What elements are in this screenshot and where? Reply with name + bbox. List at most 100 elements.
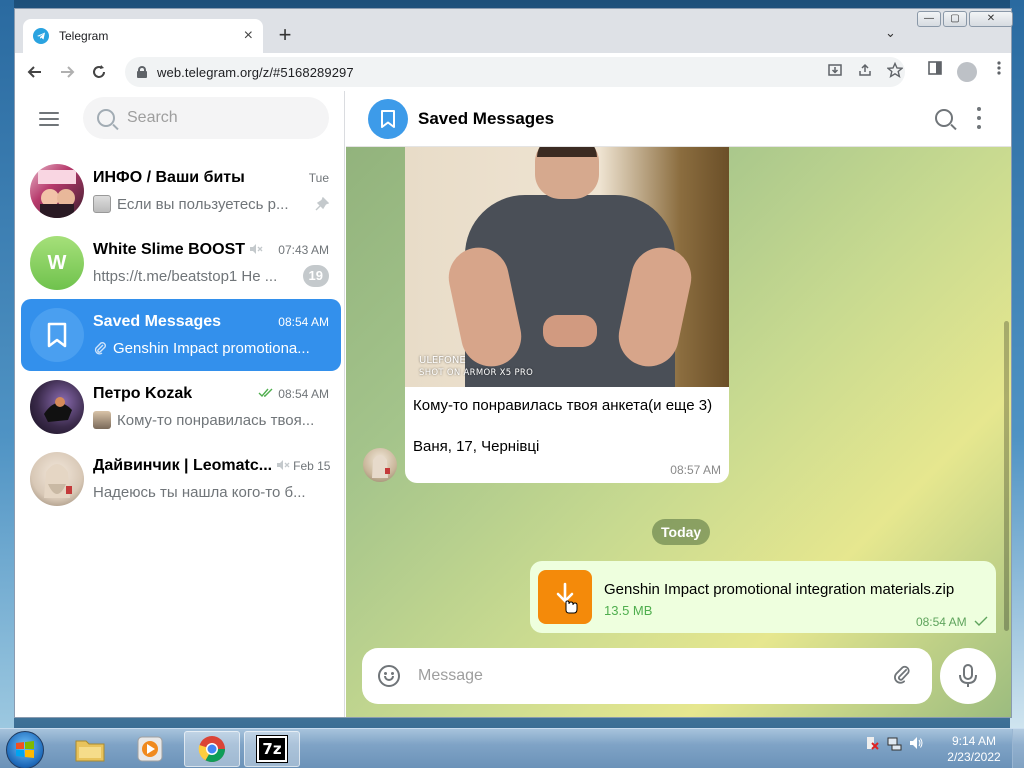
tab-search-button[interactable]: ⌄ — [885, 25, 896, 41]
media-player-icon — [137, 736, 163, 762]
omnibox-actions — [815, 61, 905, 82]
chat-item-petro-kozak[interactable]: Петро Kozak 08:54 AM Кому-то понравилась… — [21, 371, 341, 443]
chat-title: Saved Messages — [418, 108, 555, 128]
telegram-app: Search ИНФО / Ваши биты Tue Если вы поль… — [15, 91, 1011, 717]
more-vert-icon[interactable] — [987, 60, 1011, 84]
chat-name: White Slime BOOST — [93, 241, 246, 258]
chat-name: Saved Messages — [93, 313, 222, 330]
tab-close-icon[interactable]: × — [244, 27, 253, 45]
date-separator: Today — [652, 519, 711, 545]
message-time: 08:54 AM — [916, 615, 988, 629]
message-composer[interactable]: Message — [362, 648, 932, 704]
taskbar-7zip[interactable]: 7z — [244, 731, 300, 767]
install-icon[interactable] — [825, 62, 845, 82]
chat-time: Feb 15 — [272, 459, 330, 474]
windows-logo-icon — [16, 741, 34, 758]
taskbar-chrome[interactable] — [184, 731, 240, 767]
check-icon — [974, 616, 988, 626]
search-icon[interactable] — [935, 109, 953, 127]
message-photo[interactable]: ULEFONE SHOT ON ARMOR X5 PRO — [405, 147, 729, 387]
file-message[interactable]: Genshin Impact promotional integration m… — [530, 561, 996, 633]
browser-titlebar: Telegram × + ⌄ — ▢ ✕ — [15, 9, 1013, 53]
chat-preview: Genshin Impact promotiona... — [93, 340, 329, 357]
chat-item-body: Saved Messages 08:54 AM Genshin Impact p… — [93, 311, 329, 359]
minimize-button[interactable]: — — [917, 11, 941, 27]
photo-message[interactable]: ULEFONE SHOT ON ARMOR X5 PRO Кому-то пон… — [405, 147, 729, 483]
chat-preview: https://t.me/beatstop1 Не ... — [93, 267, 278, 285]
smile-icon[interactable] — [378, 665, 400, 687]
chat-item-body: White Slime BOOST 07:43 AM https://t.me/… — [93, 239, 329, 287]
double-check-icon — [258, 387, 274, 401]
folder-icon — [75, 740, 105, 762]
muted-icon — [276, 459, 290, 474]
download-icon[interactable] — [538, 570, 592, 624]
action-center-icon[interactable] — [864, 735, 880, 751]
clock-time: 9:14 AM — [951, 734, 997, 748]
sender-avatar[interactable] — [363, 448, 397, 482]
chat-item-dayvinchik[interactable]: Дайвинчик | Leomatc... Feb 15 Надеюсь ты… — [21, 443, 341, 515]
reload-button[interactable] — [87, 60, 111, 84]
start-button[interactable] — [6, 731, 44, 768]
hamburger-icon[interactable] — [39, 112, 59, 126]
chat-preview: Кому-то понравилась твоя... — [93, 411, 329, 429]
taskbar-media-player[interactable] — [122, 731, 178, 767]
volume-icon[interactable] — [908, 735, 924, 751]
voice-record-button[interactable] — [940, 648, 996, 704]
bookmark-icon — [381, 109, 395, 128]
message-input[interactable]: Message — [418, 667, 890, 685]
new-tab-button[interactable]: + — [273, 23, 297, 47]
chat-item-body: Петро Kozak 08:54 AM Кому-то понравилась… — [93, 383, 329, 431]
paperclip-icon[interactable] — [884, 660, 917, 693]
chat-list: ИНФО / Ваши биты Tue Если вы пользуетесь… — [21, 155, 341, 515]
address-bar[interactable]: web.telegram.org/z/#5168289297 — [125, 57, 905, 87]
chat-item-info-beats[interactable]: ИНФО / Ваши биты Tue Если вы пользуетесь… — [21, 155, 341, 227]
search-icon — [97, 109, 115, 127]
system-tray — [864, 735, 930, 751]
telegram-icon — [33, 28, 49, 44]
avatar: W — [30, 236, 84, 290]
show-desktop-button[interactable] — [1012, 729, 1024, 768]
chat-item-body: Дайвинчик | Leomatc... Feb 15 Надеюсь ты… — [93, 455, 330, 503]
photo-thumbnail — [93, 411, 111, 429]
chat-header[interactable]: Saved Messages — [346, 91, 1011, 147]
chat-item-saved-messages[interactable]: Saved Messages 08:54 AM Genshin Impact p… — [21, 299, 341, 371]
profile-icon[interactable] — [955, 60, 979, 84]
arrow-left-icon — [27, 66, 41, 78]
muted-icon — [249, 243, 263, 258]
chat-list-pane: Search ИНФО / Ваши биты Tue Если вы поль… — [15, 91, 345, 717]
chrome-icon — [198, 736, 226, 763]
chat-preview: Если вы пользуетесь р... — [93, 195, 309, 213]
forward-button[interactable] — [55, 60, 79, 84]
caption-line-2: Ваня, 17, Чернівці — [413, 438, 540, 455]
url-text[interactable]: web.telegram.org/z/#5168289297 — [157, 65, 354, 80]
chat-item-white-slime-boost[interactable]: W White Slime BOOST 07:43 AM https://t.m… — [21, 227, 341, 299]
messages-scrollbar[interactable] — [1004, 321, 1009, 631]
lock-icon[interactable] — [137, 66, 147, 78]
maximize-button[interactable]: ▢ — [943, 11, 967, 27]
taskbar: 7z 9:14 AM 2/23/2022 — [0, 728, 1024, 768]
star-icon[interactable] — [885, 61, 905, 82]
network-icon[interactable] — [886, 735, 902, 751]
7zip-icon: 7z — [256, 735, 288, 763]
chat-time: 08:54 AM — [278, 315, 329, 329]
search-placeholder: Search — [127, 109, 178, 126]
system-clock[interactable]: 9:14 AM 2/23/2022 — [942, 733, 1006, 765]
bookmark-icon — [47, 322, 67, 348]
share-icon[interactable] — [855, 62, 875, 82]
chat-time: 08:54 AM — [258, 387, 329, 401]
photo-watermark: ULEFONE SHOT ON ARMOR X5 PRO — [419, 355, 534, 378]
search-input[interactable]: Search — [83, 97, 329, 139]
saved-messages-avatar — [368, 98, 408, 139]
toolbar-right — [915, 60, 1011, 84]
back-button[interactable] — [23, 60, 47, 84]
chat-name: ИНФО / Ваши биты — [93, 169, 245, 186]
more-vert-icon[interactable] — [977, 107, 981, 129]
caption-line-1: Кому-то понравилась твоя анкета(и еще 3) — [413, 397, 713, 414]
chat-name: Петро Kozak — [93, 385, 193, 402]
file-size: 13.5 MB — [604, 603, 653, 618]
browser-tab-telegram[interactable]: Telegram × — [23, 19, 263, 53]
side-panel-icon[interactable] — [923, 60, 947, 84]
browser-toolbar: web.telegram.org/z/#5168289297 — [15, 53, 1011, 91]
close-window-button[interactable]: ✕ — [969, 11, 1013, 27]
taskbar-explorer[interactable] — [62, 731, 118, 767]
